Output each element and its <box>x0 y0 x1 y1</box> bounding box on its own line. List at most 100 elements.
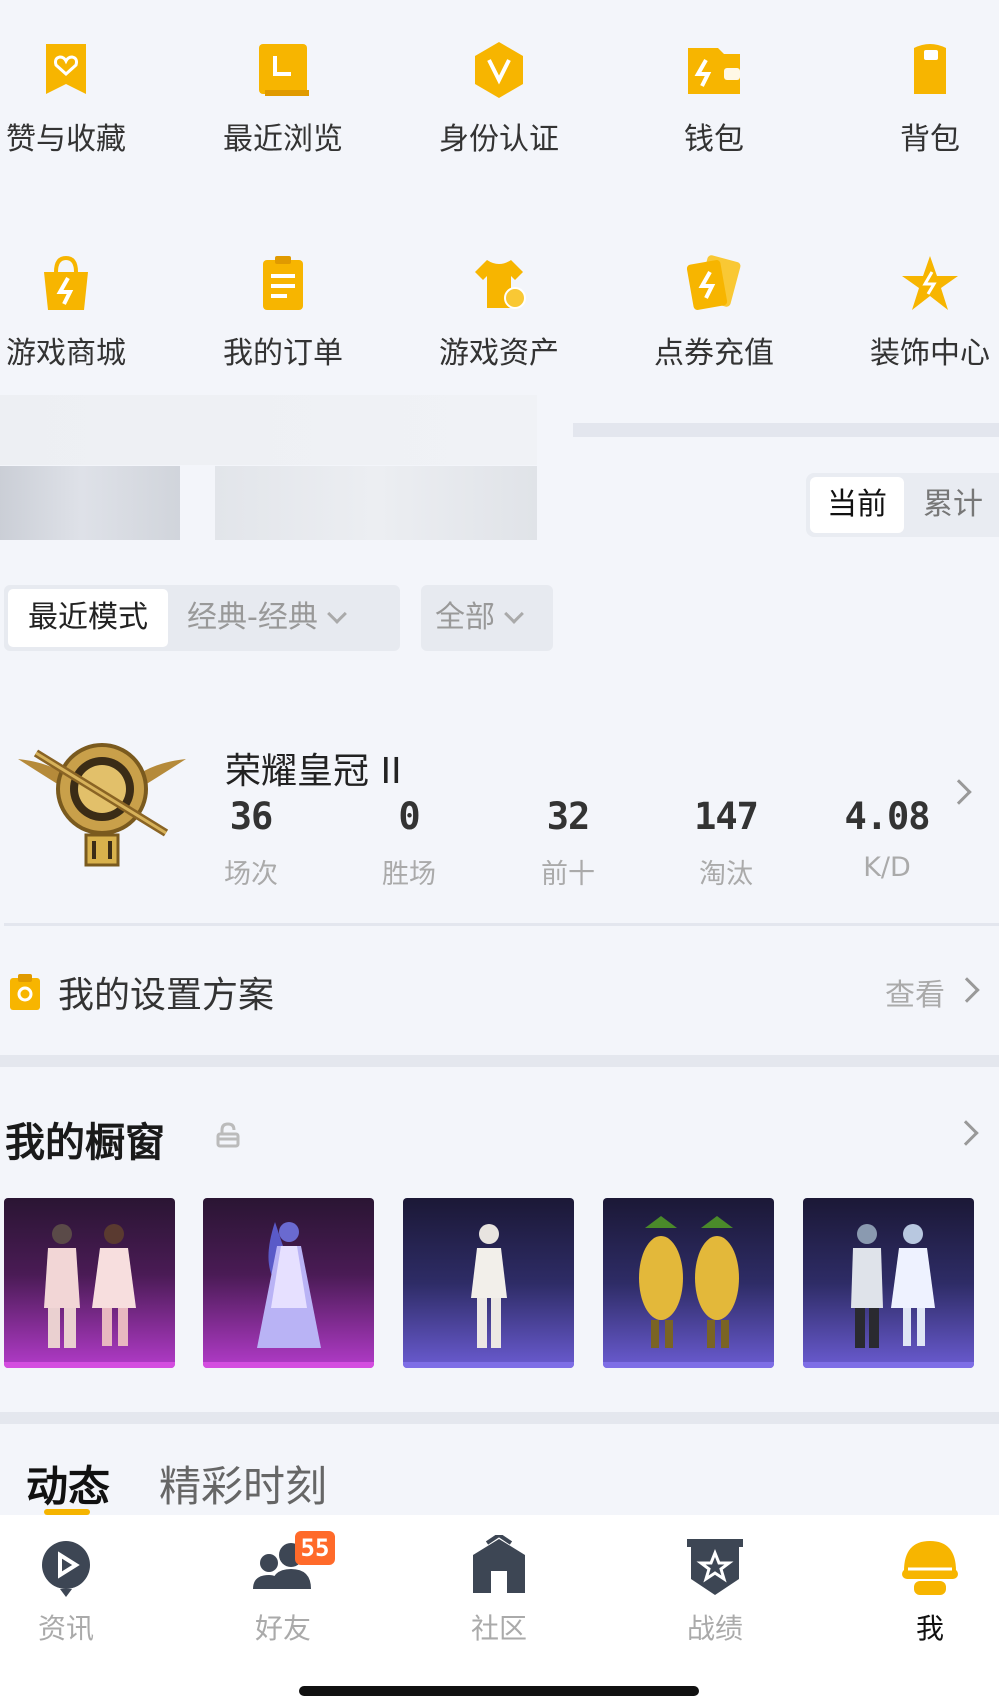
my-orders-icon <box>263 256 303 310</box>
recent-mode-tab[interactable]: 最近模式 <box>8 589 168 647</box>
game-assets-button[interactable]: 游戏资产 <box>409 254 589 372</box>
view-settings-link[interactable]: 查看 <box>885 970 945 1014</box>
my-orders-label: 我的订单 <box>223 336 343 371</box>
coupon-recharge-label: 点券充值 <box>654 336 774 371</box>
quick-actions-row-2: 游戏商城 我的订单 游戏资产 点券充值 装饰中心 <box>0 254 999 404</box>
tile-accent <box>203 1362 374 1368</box>
my-orders-button[interactable]: 我的订单 <box>193 254 373 372</box>
stats-period-toggle: 当前 累计 <box>806 473 999 537</box>
section-band <box>0 1055 999 1067</box>
lock-icon <box>216 1122 240 1148</box>
game-assets-icon <box>475 260 526 309</box>
my-settings-plan-label[interactable]: 我的设置方案 <box>58 966 274 1018</box>
rank-detail-arrow-icon[interactable] <box>946 779 972 805</box>
nav-record[interactable]: 战绩 <box>645 1535 785 1647</box>
community-icon <box>473 1535 525 1593</box>
showcase-item[interactable] <box>803 1198 974 1368</box>
identity-verify-button[interactable]: 身份认证 <box>409 40 589 158</box>
outfit-figure-icon <box>639 1216 739 1348</box>
stat-matches: 36 场次 <box>191 795 311 891</box>
friends-badge: 55 <box>295 1531 335 1565</box>
showcase-arrow-icon[interactable] <box>953 1120 979 1146</box>
coupon-recharge-icon <box>686 255 741 310</box>
stat-top-ten: 32 前十 <box>508 795 628 891</box>
identity-verify-icon <box>475 42 523 98</box>
home-indicator[interactable] <box>299 1686 699 1696</box>
showcase-item[interactable] <box>4 1198 175 1368</box>
likes-favorites-icon <box>46 44 86 94</box>
decoration-center-button[interactable]: 装饰中心 <box>840 254 999 372</box>
game-mall-label: 游戏商城 <box>6 336 126 371</box>
quick-actions-row-1: 赞与收藏 最近浏览 身份认证 钱包 背包 <box>0 40 999 190</box>
nav-community-label: 社区 <box>470 1612 527 1645</box>
outfit-figure-icon <box>471 1224 507 1348</box>
my-showcase-title: 我的橱窗 <box>5 1120 165 1166</box>
likes-favorites-button[interactable]: 赞与收藏 <box>0 40 156 158</box>
chevron-down-icon <box>326 604 347 624</box>
stat-value: 4.08 <box>844 795 930 838</box>
showcase-item[interactable] <box>403 1198 574 1368</box>
nav-me[interactable]: 我 <box>860 1535 999 1647</box>
game-mall-button[interactable]: 游戏商城 <box>0 254 156 372</box>
bottom-navigation: 资讯 55 好友 社区 战绩 我 <box>0 1515 999 1708</box>
nav-friends[interactable]: 55 好友 <box>213 1531 353 1647</box>
blurred-profile-area <box>0 395 537 465</box>
nav-community[interactable]: 社区 <box>429 1535 569 1647</box>
nav-news-label: 资讯 <box>37 1612 94 1645</box>
classic-mode-label: 经典-经典 <box>187 600 318 635</box>
chevron-down-icon <box>504 604 524 624</box>
showcase-item[interactable] <box>203 1198 374 1368</box>
backpack-label: 背包 <box>900 122 960 157</box>
stat-label: K/D <box>863 852 911 883</box>
toggle-current[interactable]: 当前 <box>810 477 904 533</box>
nav-me-label: 我 <box>915 1612 944 1645</box>
tile-accent <box>4 1362 175 1368</box>
tile-accent <box>403 1362 574 1368</box>
blurred-avatar <box>0 466 180 540</box>
stat-label: 淘汰 <box>699 859 753 890</box>
divider <box>4 923 999 926</box>
section-band <box>0 1412 999 1424</box>
all-filter-dropdown[interactable]: 全部 <box>421 585 553 651</box>
game-mall-icon <box>44 255 88 310</box>
outfit-figure-icon <box>851 1224 935 1348</box>
tab-highlights[interactable]: 精彩时刻 <box>159 1453 327 1514</box>
stat-label: 场次 <box>224 859 278 890</box>
decoration-center-label: 装饰中心 <box>870 336 990 371</box>
decoration-center-icon <box>902 256 958 310</box>
blurred-username <box>215 466 537 540</box>
backpack-button[interactable]: 背包 <box>840 40 999 158</box>
tile-accent <box>603 1362 774 1368</box>
tab-dynamic[interactable]: 动态 <box>26 1453 110 1514</box>
stat-eliminations: 147 淘汰 <box>666 795 786 891</box>
mode-filter: 最近模式 经典-经典 <box>4 585 400 651</box>
backpack-icon <box>914 44 946 94</box>
toggle-cumulative[interactable]: 累计 <box>908 477 998 533</box>
wallet-label: 钱包 <box>684 122 744 157</box>
section-divider <box>573 423 999 437</box>
identity-verify-label: 身份认证 <box>439 122 559 157</box>
outfit-figure-icon <box>257 1222 321 1348</box>
likes-favorites-label: 赞与收藏 <box>6 122 126 157</box>
wallet-button[interactable]: 钱包 <box>624 40 804 158</box>
nav-friends-label: 好友 <box>254 1612 311 1645</box>
recent-browse-icon <box>259 44 309 96</box>
stat-value: 36 <box>229 795 274 838</box>
nav-news[interactable]: 资讯 <box>0 1535 136 1647</box>
stat-value: 147 <box>694 795 759 838</box>
stat-value: 32 <box>546 795 591 838</box>
showcase-item[interactable] <box>603 1198 774 1368</box>
stat-value: 0 <box>398 795 420 838</box>
nav-record-label: 战绩 <box>686 1612 743 1645</box>
rank-name: 荣耀皇冠 II <box>225 751 402 792</box>
classic-mode-dropdown[interactable]: 经典-经典 <box>187 589 347 647</box>
coupon-recharge-button[interactable]: 点券充值 <box>624 254 804 372</box>
all-filter-label: 全部 <box>435 589 524 647</box>
stat-label: 胜场 <box>382 859 436 890</box>
recent-browse-button[interactable]: 最近浏览 <box>193 40 373 158</box>
recent-browse-label: 最近浏览 <box>223 122 343 157</box>
stat-wins: 0 胜场 <box>349 795 469 891</box>
settings-plan-icon <box>10 974 40 1010</box>
stat-kd: 4.08 K/D <box>827 795 947 883</box>
chevron-right-icon[interactable] <box>954 977 980 1003</box>
